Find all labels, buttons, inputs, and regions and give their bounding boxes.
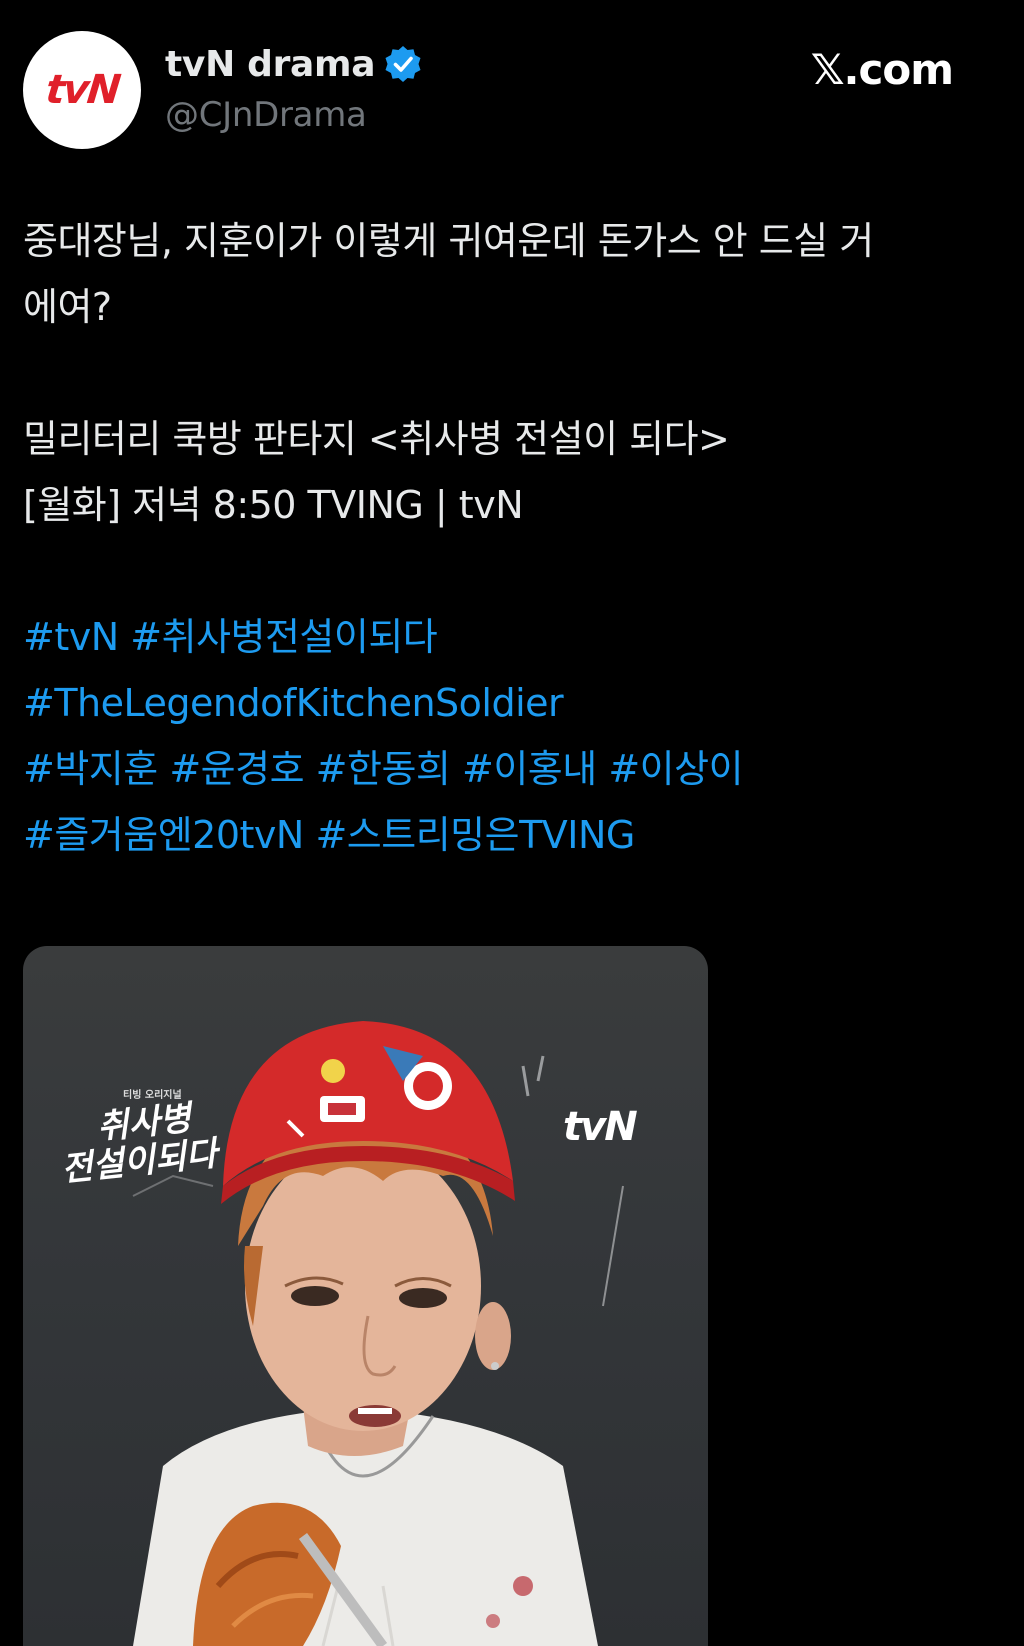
account-handle[interactable]: @CJnDrama — [165, 95, 423, 135]
hashtag-row: #즐거움엔20tvN #스트리밍은TVING — [23, 802, 998, 868]
hashtag-row: #tvN #취사병전설이되다 — [23, 604, 998, 670]
verified-badge-icon — [383, 44, 423, 84]
hashtag-link[interactable]: #tvN — [23, 615, 119, 659]
tweet-video[interactable]: 티빙 오리지널 취사병 전설이되다 tvN — [23, 946, 708, 1646]
show-title-logo: 티빙 오리지널 취사병 전설이되다 — [59, 1086, 231, 1190]
hashtag-link[interactable]: #이홍내 — [462, 747, 597, 791]
hashtag-link[interactable]: #윤경호 — [169, 747, 304, 791]
display-name[interactable]: tvN drama — [165, 44, 376, 85]
display-name-row: tvN drama — [165, 39, 423, 89]
hashtag-link[interactable]: #취사병전설이되다 — [130, 615, 438, 659]
tweet-header: tvN tvN drama @CJnDrama 𝕏.com — [23, 31, 983, 151]
x-com-logo: 𝕏.com — [810, 45, 954, 94]
tvn-logo-icon: tvN — [43, 67, 121, 113]
tweet-line: [월화] 저녁 8:50 TVING | tvN — [23, 483, 524, 527]
channel-logo: tvN — [563, 1104, 638, 1150]
hashtag-link[interactable]: #이상이 — [608, 747, 743, 791]
hashtag-link[interactable]: #TheLegendofKitchenSoldier — [23, 681, 564, 725]
hashtag-link[interactable]: #한동희 — [316, 747, 451, 791]
hashtag-link[interactable]: #즐거움엔20tvN — [23, 813, 304, 857]
hashtag-row: #박지훈 #윤경호 #한동희 #이홍내 #이상이 — [23, 736, 998, 802]
avatar[interactable]: tvN — [23, 31, 141, 149]
hashtag-link[interactable]: #스트리밍은TVING — [315, 813, 635, 857]
tweet-line: 에여? — [23, 285, 112, 329]
video-frame-illustration — [132, 1021, 624, 1646]
tweet-line: 중대장님, 지훈이가 이렇게 귀여운데 돈가스 안 드실 거 — [23, 219, 874, 263]
tweet-line: 밀리터리 쿡방 판타지 <취사병 전설이 되다> — [23, 417, 730, 461]
hashtag-row: #TheLegendofKitchenSoldier — [23, 670, 998, 736]
tweet-text: 중대장님, 지훈이가 이렇게 귀여운데 돈가스 안 드실 거 에여? 밀리터리 … — [23, 208, 998, 868]
account-names: tvN drama @CJnDrama — [165, 39, 423, 135]
hashtag-link[interactable]: #박지훈 — [23, 747, 158, 791]
